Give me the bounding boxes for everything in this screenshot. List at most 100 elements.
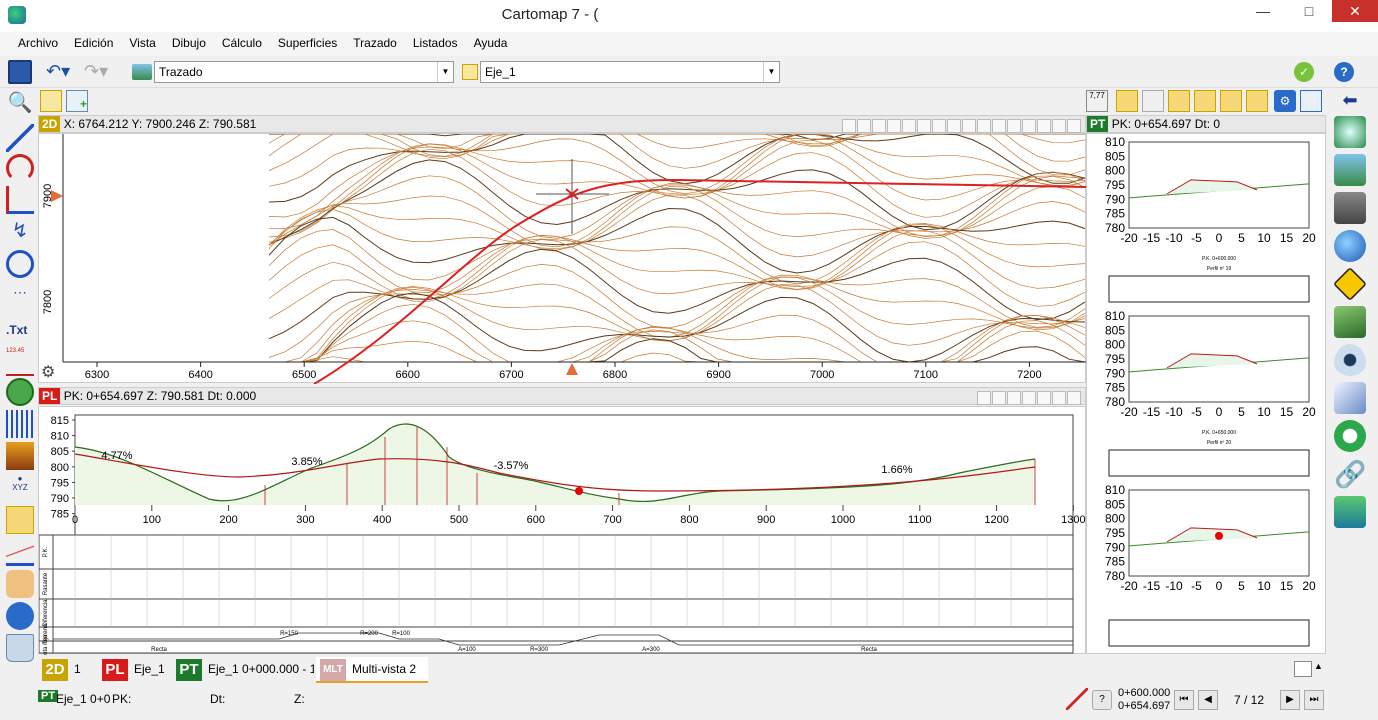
ruler-icon[interactable] [6,410,34,438]
point-xyz-icon[interactable]: ● XYZ [6,474,34,502]
snap-2-icon[interactable] [857,118,871,133]
profile-canvas[interactable]: 815 810 805 800 795 790 785 0 100 200 300 400 500 60… [38,407,1087,659]
snap-7-icon[interactable] [932,118,946,133]
circle-tool-icon[interactable] [6,250,34,278]
snap-4-icon[interactable] [887,118,901,133]
dimension-tool-icon[interactable]: 123.45 [6,348,34,376]
clock-icon[interactable] [1334,116,1366,148]
text-tool-icon[interactable]: .Txt [6,316,34,344]
section-tool-5-icon[interactable] [1220,90,1242,112]
line-tool-icon[interactable] [6,124,34,152]
profile-tool-2-icon[interactable] [992,390,1006,405]
profile-tool-5-icon[interactable] [1037,390,1051,405]
terrain-icon[interactable] [1334,306,1366,338]
help-icon[interactable]: ? [1334,62,1354,82]
sections-view[interactable]: 810 805 800 795 790 785 780 -20 -15 -10 -5 0 5 10 15 20… [1086,133,1326,654]
maximize-button[interactable]: □ [1286,0,1332,22]
menu-listados[interactable]: Listados [405,32,466,56]
link-icon[interactable]: 🔗 [1334,458,1366,490]
first-page-button[interactable]: ⏮ [1174,690,1194,710]
help-icon[interactable]: ? [1092,690,1112,710]
zoom-icon[interactable]: 🔍 [6,90,34,118]
profile-tool-4-icon[interactable] [1022,390,1036,405]
polyline-tool-icon[interactable]: ↯ [6,218,34,246]
snap-3-icon[interactable] [872,118,886,133]
next-page-button[interactable]: ▶ [1280,690,1300,710]
layers-icon[interactable] [1334,154,1366,186]
drafting-icon[interactable] [1334,382,1366,414]
menu-archivo[interactable]: Archivo [10,32,66,56]
settings-gear-icon[interactable]: ⚙ [41,364,59,382]
close-button[interactable]: ✕ [1332,0,1378,22]
window-layout-icon[interactable] [1300,90,1322,112]
eye-icon[interactable] [1334,344,1366,376]
menu-edicion[interactable]: Edición [66,32,121,56]
tab-multiview[interactable]: MLT Multi-vista 2 [316,657,428,683]
layer-select[interactable]: Trazado ▼ [154,61,454,83]
refresh-icon[interactable] [1334,420,1366,452]
tab-menu-arrow[interactable]: ▲ [1314,661,1323,671]
globe-icon[interactable] [1334,230,1366,262]
snap-13-icon[interactable] [1022,118,1036,133]
sections-canvas[interactable]: 810805800795790785780-20 -15 -10 -5 0 5 10 15 20… [1087,134,1326,654]
menu-dibujo[interactable]: Dibujo [164,32,214,56]
settings-icon[interactable]: ⚙ [1274,90,1296,112]
menu-vista[interactable]: Vista [121,32,163,56]
back-arrow-icon[interactable]: ⬅ [1334,90,1366,112]
compass-icon[interactable] [6,378,34,406]
snap-10-icon[interactable] [977,118,991,133]
snap-15-icon[interactable] [1052,118,1066,133]
undo-button[interactable]: ↶▾ [46,62,74,82]
note-icon[interactable] [6,506,34,534]
snap-16-icon[interactable] [1067,118,1081,133]
plan-canvas[interactable]: 6300 6400 6500 6600 6700 6800 6900 7000 7100 7200… [39,133,1088,385]
settings-tools-icon[interactable] [1334,496,1366,528]
arc-tool-icon[interactable] [6,154,34,182]
dashed-line-tool-icon[interactable]: ⋯ [6,284,34,312]
road-sign-icon[interactable] [1333,267,1367,301]
last-page-button[interactable]: ⏭ [1304,690,1324,710]
save-icon[interactable] [8,60,32,84]
snap-8-icon[interactable] [947,118,961,133]
snap-12-icon[interactable] [1007,118,1021,133]
tab-2d[interactable]: 2D 1 [38,657,96,683]
snap-14-icon[interactable] [1037,118,1051,133]
menu-ayuda[interactable]: Ayuda [466,32,516,56]
section-tool-4-icon[interactable] [1194,90,1216,112]
tab-profile[interactable]: PL Eje_1 [98,657,172,683]
search-user-icon[interactable] [6,602,34,630]
menu-calculo[interactable]: Cálculo [214,32,270,56]
redo-button[interactable]: ↷▾ [84,62,112,82]
snap-1-icon[interactable] [842,118,856,133]
section-tool-2-icon[interactable] [1142,90,1164,112]
image-icon[interactable] [6,442,34,470]
snap-5-icon[interactable] [902,118,916,133]
survey-icon[interactable] [1334,192,1366,224]
add-axis-icon[interactable]: + [66,90,88,112]
minimize-button[interactable]: — [1240,0,1286,22]
tab-sections[interactable]: PT Eje_1 0+000.000 - 1( [172,657,314,683]
panel-toggle-icon[interactable] [1294,661,1312,677]
trash-icon[interactable] [6,634,34,662]
profile-view[interactable]: 815 810 805 800 795 790 785 0 100 200 300 400 500 60… [38,406,1087,659]
profile-tool-3-icon[interactable] [1007,390,1021,405]
profile-tool-7-icon[interactable] [1067,390,1081,405]
edit-axis-icon[interactable] [40,90,62,112]
snap-11-icon[interactable] [992,118,1006,133]
pencil-ruler-icon[interactable] [1066,688,1088,710]
axis-select[interactable]: Eje_1 ▼ [480,61,780,83]
profile-tool-1-icon[interactable] [977,390,991,405]
menu-superficies[interactable]: Superficies [270,32,345,56]
check-icon[interactable]: ✓ [1294,62,1314,82]
profile-tool-6-icon[interactable] [1052,390,1066,405]
profile-tool-icon[interactable] [6,538,34,566]
plan-view[interactable]: 6300 6400 6500 6600 6700 6800 6900 7000 7100 7200… [38,133,1088,385]
curve-tool-icon[interactable] [6,186,34,214]
section-tool-6-icon[interactable] [1246,90,1268,112]
snap-6-icon[interactable] [917,118,931,133]
prev-page-button[interactable]: ◀ [1198,690,1218,710]
menu-trazado[interactable]: Trazado [345,32,405,56]
people-icon[interactable] [6,570,34,598]
section-tool-1-icon[interactable] [1116,90,1138,112]
section-tool-3-icon[interactable] [1168,90,1190,112]
